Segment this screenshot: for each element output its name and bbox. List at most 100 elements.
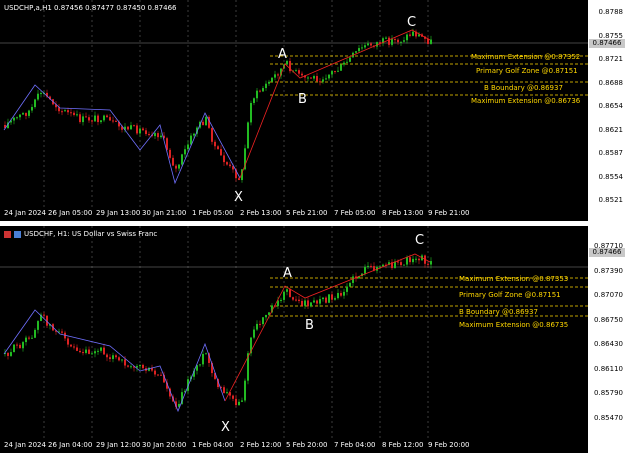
candle-body	[226, 392, 228, 394]
candle-body	[367, 43, 369, 46]
candle-body	[397, 261, 399, 263]
point-a-label: A	[283, 266, 292, 281]
candle-body	[256, 90, 258, 99]
price-plot[interactable]: USDCHP,a,H1 0.87456 0.87477 0.87450 0.87…	[0, 0, 588, 207]
pattern-leg	[224, 253, 431, 402]
candle-body	[181, 154, 183, 165]
candle-body	[262, 317, 264, 325]
point-b-label: B	[298, 92, 307, 107]
candle-body	[91, 120, 93, 122]
candle-body	[307, 77, 309, 79]
candle-body	[79, 114, 81, 123]
candle-body	[313, 76, 315, 79]
candle-body	[247, 122, 249, 149]
point-b-label: B	[305, 318, 314, 333]
time-tick-label: 24 Jan 2024	[4, 441, 46, 449]
candle-body	[154, 133, 156, 137]
candle-body	[178, 164, 180, 169]
candle-body	[322, 79, 324, 82]
candle-body	[418, 258, 420, 261]
candle-body	[331, 294, 333, 300]
candle-body	[262, 88, 264, 92]
candle-body	[157, 133, 159, 138]
candle-body	[16, 344, 18, 346]
candle-body	[175, 165, 177, 169]
candle-body	[322, 297, 324, 300]
price-tick-label: 0.8587	[598, 149, 624, 157]
candlestick-chart	[0, 226, 588, 439]
time-tick-label: 8 Feb 13:00	[382, 209, 424, 217]
candle-body	[346, 61, 348, 63]
candle-body	[388, 37, 390, 45]
candle-body	[193, 133, 195, 136]
candle-body	[295, 70, 297, 72]
candle-body	[313, 300, 315, 303]
level-label: Maximum Extension @0.87353	[459, 275, 569, 283]
candle-body	[136, 125, 138, 134]
candle-body	[283, 291, 285, 300]
candle-body	[352, 276, 354, 283]
price-tick-label: 0.8721	[598, 55, 624, 63]
time-tick-label: 2 Feb 12:00	[240, 441, 282, 449]
price-tick-label: 0.85790	[594, 389, 623, 397]
candle-body	[103, 115, 105, 121]
candle-body	[358, 48, 360, 52]
candle-body	[31, 337, 33, 339]
candle-body	[367, 265, 369, 267]
candle-body	[364, 266, 366, 274]
candle-body	[187, 144, 189, 150]
candle-body	[106, 354, 108, 358]
chart-panel-top[interactable]: USDCHP,a,H1 0.87456 0.87477 0.87450 0.87…	[0, 0, 625, 222]
candle-body	[412, 258, 414, 263]
candle-body	[16, 117, 18, 119]
candle-body	[349, 57, 351, 62]
candle-body	[226, 162, 228, 165]
time-tick-label: 30 Jan 21:00	[142, 209, 187, 217]
candle-body	[148, 134, 150, 136]
candle-body	[94, 115, 96, 122]
price-tick-label: 0.86430	[594, 340, 623, 348]
price-tick-label: 0.8688	[598, 78, 624, 87]
candle-body	[130, 366, 132, 368]
candle-body	[334, 298, 336, 300]
price-plot[interactable]: USDCHF, H1: US Dollar vs Swiss Franc A B…	[0, 226, 588, 439]
candle-body	[295, 299, 297, 301]
candle-body	[64, 110, 66, 112]
candle-body	[10, 352, 12, 356]
candle-body	[337, 293, 339, 299]
candle-body	[118, 357, 120, 361]
candle-body	[406, 257, 408, 265]
candle-body	[154, 370, 156, 375]
candle-body	[205, 116, 207, 126]
candle-body	[292, 297, 294, 300]
candle-body	[205, 353, 207, 355]
candle-body	[274, 74, 276, 78]
candle-body	[160, 374, 162, 376]
candle-body	[127, 365, 129, 367]
candle-body	[316, 76, 318, 82]
price-tick-label: 0.8788	[598, 8, 624, 16]
level-label: B Boundary @0.86937	[484, 84, 563, 92]
candle-body	[280, 299, 282, 301]
time-tick-label: 29 Jan 12:00	[96, 441, 141, 449]
price-tick-label: 0.86750	[594, 315, 623, 324]
candle-body	[124, 359, 126, 366]
candle-body	[349, 282, 351, 287]
flag-icon	[4, 230, 11, 238]
candle-body	[229, 164, 231, 167]
candle-body	[325, 297, 327, 303]
time-tick-label: 7 Feb 04:00	[334, 441, 376, 449]
chart-panel-bottom[interactable]: USDCHF, H1: US Dollar vs Swiss Franc A B…	[0, 226, 625, 453]
candle-body	[61, 111, 63, 113]
candle-body	[355, 51, 357, 53]
candle-body	[160, 135, 162, 138]
time-tick-label: 8 Feb 12:00	[382, 441, 424, 449]
candle-body	[100, 347, 102, 351]
candle-body	[97, 115, 99, 123]
candle-body	[331, 71, 333, 75]
candle-body	[211, 127, 213, 142]
price-axis: 0.87710 0.87390 0.87070 0.86750 0.86430 0.861…	[588, 226, 625, 439]
candle-body	[307, 300, 309, 307]
candle-body	[157, 374, 159, 376]
candle-body	[310, 302, 312, 307]
